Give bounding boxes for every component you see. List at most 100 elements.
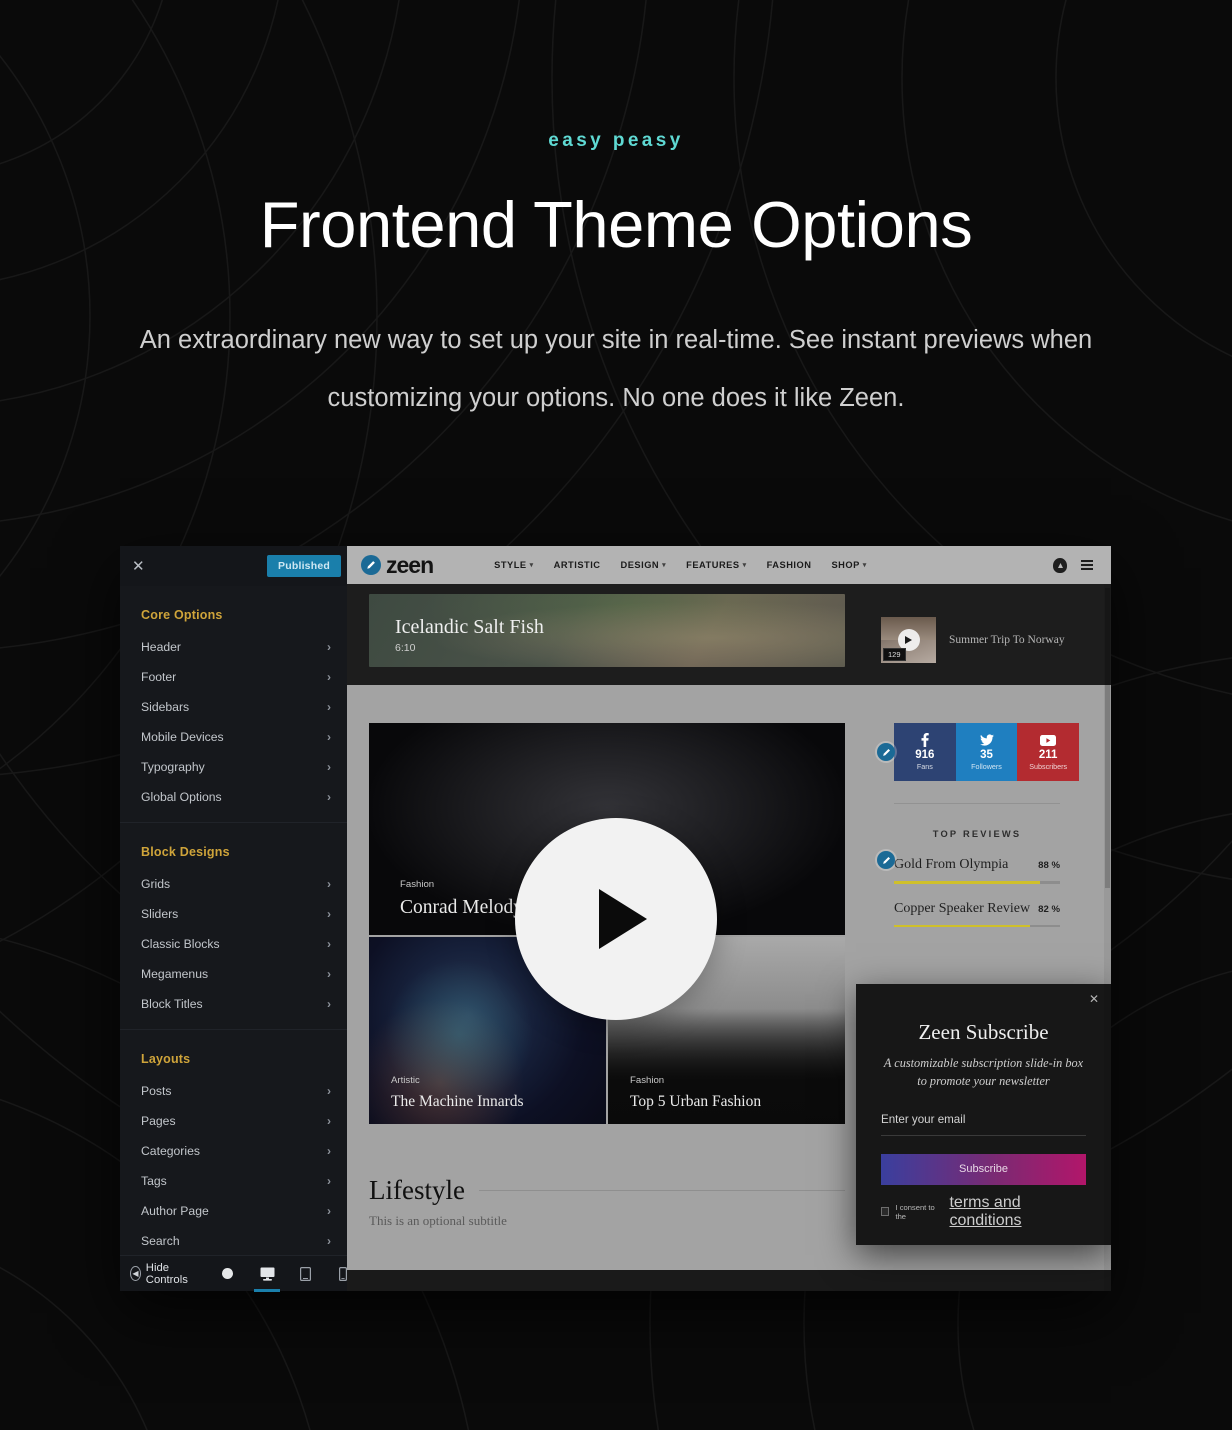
sidebar-item-posts[interactable]: Posts › [120, 1076, 347, 1106]
device-tablet-button[interactable] [286, 1256, 324, 1292]
preview-nav: STYLE ▾ ARTISTIC DESIGN ▾ FEATURES ▾ FAS… [494, 560, 867, 570]
featured-side-item[interactable]: 129 Summer Trip To Norway [881, 612, 1065, 667]
sidebar-item-megamenus[interactable]: Megamenus › [120, 959, 347, 989]
site-preview[interactable]: zeen STYLE ▾ ARTISTIC DESIGN ▾ FEATURES … [347, 546, 1111, 1291]
preview-scrollbar[interactable] [1104, 584, 1111, 1291]
sidebar-section-block-designs: Block Designs Grids › Sliders › Classic … [120, 823, 347, 1030]
sidebar-item-header[interactable]: Header › [120, 632, 347, 662]
sidebar-item-classic-blocks[interactable]: Classic Blocks › [120, 929, 347, 959]
nav-item-features[interactable]: FEATURES ▾ [686, 560, 746, 570]
widget-divider [894, 803, 1060, 804]
email-field[interactable]: Enter your email [881, 1113, 1086, 1136]
social-label: Subscribers [1029, 762, 1068, 772]
sidebar-item-label: Typography [141, 760, 205, 774]
sidebar-item-grids[interactable]: Grids › [120, 869, 347, 899]
sidebar-item-pages[interactable]: Pages › [120, 1106, 347, 1136]
social-box-twitter[interactable]: 35 Followers [955, 723, 1018, 781]
chevron-down-icon: ▾ [529, 562, 534, 569]
hide-controls-label: Hide Controls [145, 1261, 188, 1286]
collapse-left-icon: ◀ [130, 1266, 141, 1281]
chevron-right-icon: › [327, 997, 331, 1011]
side-feature-title: Summer Trip To Norway [949, 633, 1065, 646]
social-label: Fans [916, 762, 933, 772]
sidebar-item-categories[interactable]: Categories › [120, 1136, 347, 1166]
nav-item-shop[interactable]: SHOP ▾ [831, 560, 866, 570]
sidebar-item-block-titles[interactable]: Block Titles › [120, 989, 347, 1019]
sidebar-item-author-page[interactable]: Author Page › [120, 1196, 347, 1226]
subscribe-button[interactable]: Subscribe [881, 1153, 1086, 1185]
terms-link[interactable]: terms and conditions [949, 1194, 1086, 1230]
social-box-youtube[interactable]: 211 Subscribers [1017, 723, 1080, 781]
review-name: Gold From Olympia [894, 857, 1009, 872]
consent-text: I consent to the [895, 1202, 935, 1221]
view-count-badge: 129 [883, 647, 906, 661]
review-item[interactable]: Copper Speaker Review 82 % [894, 901, 1060, 928]
sidebar-item-mobile-devices[interactable]: Mobile Devices › [120, 722, 347, 752]
chevron-right-icon: › [327, 877, 331, 891]
sidebar-item-label: Global Options [141, 790, 222, 804]
publish-button[interactable]: Published [267, 555, 341, 577]
edit-pencil-icon[interactable] [361, 555, 381, 575]
user-account-icon[interactable] [1053, 557, 1067, 573]
chevron-right-icon: › [327, 730, 331, 744]
post-title: Conrad Melody [400, 896, 523, 918]
social-box-facebook[interactable]: 916 Fans [894, 723, 956, 781]
device-desktop-button[interactable] [248, 1256, 286, 1292]
post-category: Fashion [400, 878, 435, 890]
block-title-text: Lifestyle [369, 1175, 465, 1205]
chevron-right-icon: › [327, 670, 331, 684]
close-icon[interactable]: ✕ [132, 559, 145, 574]
nav-item-style[interactable]: STYLE ▾ [494, 560, 533, 570]
featured-duration: 6:10 [395, 642, 416, 654]
nav-label: ARTISTIC [553, 560, 601, 570]
review-percent: 82 % [1038, 903, 1060, 915]
customizer-sidebar-scroll[interactable]: Core Options Header › Footer › Sidebars … [120, 586, 347, 1255]
sidebar-item-sliders[interactable]: Sliders › [120, 899, 347, 929]
chevron-down-icon: ▾ [742, 562, 747, 569]
sidebar-item-tags[interactable]: Tags › [120, 1166, 347, 1196]
nav-label: STYLE [494, 560, 527, 570]
hamburger-menu-icon[interactable] [1081, 560, 1093, 570]
sidebar-section-core-options: Core Options Header › Footer › Sidebars … [120, 586, 347, 823]
nav-item-artistic[interactable]: ARTISTIC [554, 560, 601, 570]
consent-checkbox[interactable] [881, 1207, 890, 1217]
post-caption: Fashion Top 5 Urban Fashion [630, 1075, 761, 1110]
post-caption: Artistic The Machine Innards [391, 1075, 524, 1110]
section-title: Core Options [141, 608, 223, 622]
review-progress-bar [894, 924, 1060, 928]
sidebar-item-label: Mobile Devices [141, 730, 224, 744]
section-title: Block Designs [141, 845, 230, 859]
sidebar-item-label: Footer [141, 670, 177, 684]
hero-eyebrow: easy peasy [548, 130, 684, 151]
sidebar-item-search[interactable]: Search › [120, 1226, 347, 1255]
nav-item-fashion[interactable]: FASHION [767, 560, 812, 570]
chevron-right-icon: › [327, 1144, 331, 1158]
video-play-button[interactable] [514, 817, 717, 1020]
edit-pencil-icon-social[interactable] [877, 743, 895, 761]
edit-pencil-icon-reviews[interactable] [877, 851, 895, 869]
site-logo[interactable]: zeen [361, 551, 434, 579]
featured-video-card[interactable]: Icelandic Salt Fish 6:10 [369, 594, 845, 667]
sidebar-item-global-options[interactable]: Global Options › [120, 782, 347, 812]
chevron-right-icon: › [327, 700, 331, 714]
post-title: The Machine Innards [391, 1092, 524, 1110]
featured-caption: Icelandic Salt Fish 6:10 [395, 616, 544, 654]
sidebar-item-sidebars[interactable]: Sidebars › [120, 692, 347, 722]
customizer-footer-bar: ◀ Hide Controls [120, 1255, 348, 1292]
hide-controls-button[interactable]: ◀ Hide Controls [130, 1262, 192, 1286]
nav-label: FEATURES [686, 560, 740, 570]
video-thumbnail[interactable]: 129 [881, 616, 936, 663]
reviews-widget-title: TOP REVIEWS [932, 829, 1022, 839]
sidebar-item-label: Categories [141, 1144, 200, 1158]
chevron-right-icon: › [327, 1174, 331, 1188]
review-line: Copper Speaker Review 82 % [894, 901, 1060, 917]
post-title: Top 5 Urban Fashion [630, 1092, 762, 1110]
site-logo-text: zeen [386, 551, 434, 578]
close-icon[interactable]: ✕ [1089, 992, 1099, 1006]
sidebar-item-typography[interactable]: Typography › [120, 752, 347, 782]
nav-item-design[interactable]: DESIGN ▾ [621, 560, 667, 570]
post-category: Artistic [391, 1074, 420, 1086]
subscribe-description: A customizable subscription slide-in box… [883, 1056, 1084, 1088]
sidebar-item-footer[interactable]: Footer › [120, 662, 347, 692]
review-item[interactable]: Gold From Olympia 88 % [894, 857, 1060, 884]
